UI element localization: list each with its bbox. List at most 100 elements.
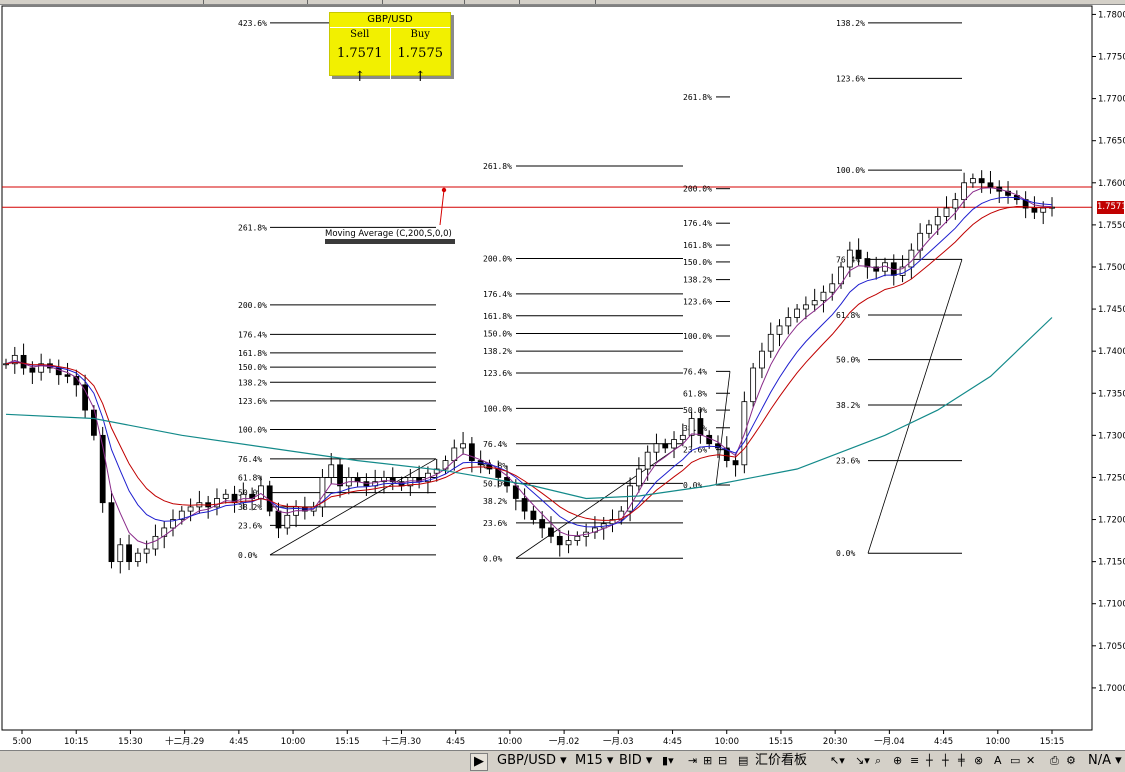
fib-level-label: 61.8%	[238, 473, 262, 482]
fib-level-label: 161.8%	[483, 312, 512, 321]
symbol-select[interactable]: GBP/USD ▾	[497, 753, 567, 769]
na-select[interactable]: N/A ▾	[1088, 753, 1122, 769]
sell-label: Sell	[350, 29, 370, 40]
x-tick-label: 4:45	[229, 737, 248, 747]
trendline-icon: ↘	[855, 754, 865, 767]
fib-level-label: 138.2%	[238, 378, 267, 387]
chart-type-select[interactable]: ▮▾	[662, 753, 674, 769]
fib-level-label: 261.8%	[238, 223, 267, 232]
fib-level-label: 0.0%	[483, 554, 502, 563]
na-label: N/A	[1088, 753, 1111, 768]
zoom-in-button[interactable]: ⇥	[688, 753, 697, 769]
list-button[interactable]: ▤	[738, 753, 748, 769]
price-type-select[interactable]: BID ▾	[619, 753, 652, 769]
rectangle-icon: ▭	[1010, 754, 1021, 767]
fib-level-label: 123.6%	[238, 397, 267, 406]
fib-tool[interactable]: ≡	[910, 753, 919, 769]
candle-body	[653, 443, 660, 453]
cross-tool-2[interactable]: ┼	[942, 753, 949, 769]
y-tick-label: 1.7650	[1098, 137, 1125, 147]
sell-box[interactable]: Sell 1.7571 ↑	[330, 27, 390, 85]
fib-level-label: 150.0%	[683, 258, 712, 267]
candle-body	[521, 498, 528, 512]
candle-body	[20, 354, 27, 369]
x-tick-label: 10:15	[64, 737, 89, 747]
x-tick-label: 10:00	[498, 737, 523, 747]
candle-body	[750, 367, 757, 403]
cross-tool-3[interactable]: ╪	[958, 753, 965, 769]
fib-level-label: 138.2%	[836, 19, 865, 28]
print-tool[interactable]: ⎙	[1050, 753, 1059, 769]
table-button[interactable]: ⊟	[718, 753, 727, 769]
chevron-down-icon: ▾	[864, 754, 870, 767]
zoom-tool[interactable]: ⊕	[893, 753, 902, 769]
candle-body	[1031, 207, 1038, 213]
buy-label: Buy	[410, 29, 430, 40]
x-tick-label: 4:45	[934, 737, 953, 747]
fib-level-label: 123.6%	[483, 369, 512, 378]
quote-panel[interactable]: GBP/USD Sell 1.7571 ↑ Buy 1.7575 ↑	[329, 12, 451, 85]
fib-icon: ≡	[910, 754, 920, 767]
text-icon: A	[994, 754, 1002, 767]
price-chart[interactable]: 423.6% 261.8% 200.0% 176.4% 161.8% 150.0% 138.…	[0, 0, 1125, 771]
rect-tool[interactable]: ▭	[1010, 753, 1020, 769]
candle-body	[539, 519, 546, 529]
candle-body	[530, 510, 537, 520]
x-tick-label: 15:15	[769, 737, 794, 747]
text-tool[interactable]: A	[994, 753, 1002, 769]
cross-tool-1[interactable]: ┼	[926, 753, 933, 769]
fib-level-label: 100.0%	[836, 166, 865, 175]
candle-body	[820, 291, 827, 302]
y-tick-label: 1.7800	[1098, 10, 1125, 20]
scroll-right-button[interactable]: ▶	[470, 753, 488, 771]
trendline-tool[interactable]: ↘▾	[855, 753, 870, 769]
candle-body	[187, 506, 194, 512]
x-tick-label: 十二月.30	[382, 736, 421, 747]
current-price-tag: 1.7571	[1097, 201, 1125, 215]
candle-body	[635, 468, 642, 487]
fib-level-label: 423.6%	[238, 19, 267, 28]
fib-level-label: 23.6%	[238, 521, 262, 530]
candle-body	[943, 207, 950, 217]
eraser-icon: ⊗	[974, 754, 984, 767]
grid-icon: ⊞	[703, 754, 713, 767]
indicator-anchor-dot	[441, 187, 447, 193]
candle-body	[627, 485, 633, 512]
x-tick-label: 15:30	[118, 737, 143, 747]
fib-level-label: 50.0%	[683, 406, 707, 415]
candle-body	[969, 178, 976, 184]
x-tick-label: 10:00	[714, 737, 739, 747]
candle-body	[987, 182, 994, 188]
timeframe-select[interactable]: M15 ▾	[575, 753, 613, 769]
candle-body	[284, 514, 291, 529]
quote-symbol: GBP/USD	[367, 14, 413, 25]
candle-body	[802, 304, 809, 310]
x-tick-label: 一月.02	[549, 737, 580, 747]
fib-level-label: 123.6%	[836, 74, 865, 83]
cursor-tool[interactable]: ↖▾	[830, 753, 845, 769]
settings-tool[interactable]: ⚙	[1066, 753, 1076, 769]
fib-level-label: 138.2%	[683, 276, 712, 285]
candle-body	[152, 535, 159, 550]
candle-body	[671, 439, 677, 449]
x-tick-label: 20:30	[823, 737, 848, 747]
y-tick-label: 1.7100	[1098, 600, 1125, 610]
chevron-down-icon: ▾	[839, 754, 845, 767]
fib-level-label: 123.6%	[683, 297, 712, 306]
candle-body	[126, 544, 132, 563]
quote-board-button[interactable]: 汇价看板	[755, 753, 807, 769]
x-tick-label: 10:00	[281, 737, 306, 747]
candle-body	[565, 540, 572, 546]
fib-level-label: 76.4%	[238, 455, 262, 464]
fib-level-label: 161.8%	[683, 241, 712, 250]
buy-box[interactable]: Buy 1.7575 ↑	[389, 27, 450, 85]
fib-level-label: 23.6%	[836, 457, 860, 466]
search-tool[interactable]: ⌕	[875, 753, 881, 769]
eraser-tool[interactable]: ⊗	[974, 753, 983, 769]
delete-tool[interactable]: ✕	[1026, 753, 1035, 769]
fib-level-label: 176.4%	[683, 219, 712, 228]
y-tick-label: 1.7550	[1098, 221, 1125, 231]
candle-body	[829, 283, 836, 293]
grid-button[interactable]: ⊞	[703, 753, 712, 769]
fib-level-label: 200.0%	[683, 185, 712, 194]
